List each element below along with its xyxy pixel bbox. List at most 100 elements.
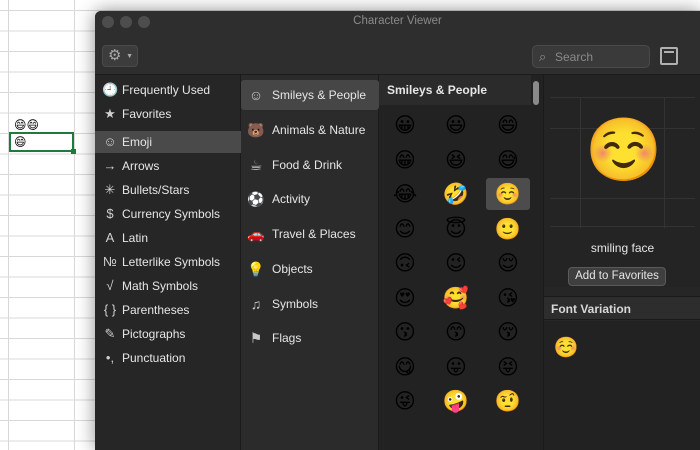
selected-sheet-cell[interactable]: 😄	[9, 132, 74, 152]
search-field[interactable]: ⌕	[532, 45, 650, 68]
sidebar-item-punctuation[interactable]: •, Punctuation	[95, 347, 241, 369]
category-label: Objects	[272, 254, 313, 284]
gear-icon: ⚙	[108, 47, 121, 64]
sidebar-item-arrows[interactable]: → Arrows	[95, 155, 241, 177]
flag-icon: ⚑	[247, 323, 265, 353]
category-label: Travel & Places	[272, 219, 356, 249]
emoji-cell[interactable]: 😇	[434, 213, 478, 245]
toolbar: ⚙ ▼ ⌕	[95, 33, 700, 75]
dollar-icon: $	[102, 203, 118, 225]
font-variation-item[interactable]: ☺️	[552, 333, 580, 361]
category-flags[interactable]: ⚑ Flags	[241, 323, 379, 353]
sidebar-item-label: Favorites	[122, 103, 171, 125]
emoji-cell[interactable]: 😚	[486, 316, 530, 348]
fill-handle[interactable]	[71, 149, 76, 154]
category-label: Flags	[272, 323, 301, 353]
category-food-drink[interactable]: ☕ Food & Drink	[241, 150, 379, 180]
emoji-cell[interactable]: 😝	[486, 351, 530, 383]
sidebar-item-letterlike-symbols[interactable]: № Letterlike Symbols	[95, 251, 241, 273]
emoji-cell[interactable]: 😛	[434, 351, 478, 383]
toggle-panel-icon[interactable]	[660, 47, 678, 65]
emoji-cell[interactable]: 🙃	[383, 247, 427, 279]
sidebar-item-label: Currency Symbols	[122, 203, 220, 225]
sidebar-item-frequently-used[interactable]: 🕘 Frequently Used	[95, 79, 241, 101]
sidebar-item-label: Bullets/Stars	[122, 179, 189, 201]
category-travel-places[interactable]: 🚗 Travel & Places	[241, 219, 379, 249]
smiley-icon: ☺	[102, 131, 118, 153]
emoji-cell[interactable]: 😌	[486, 247, 530, 279]
sidebar: 🕘 Frequently Used ★ Favorites ☺ Emoji → …	[95, 75, 241, 450]
search-icon: ⌕	[539, 49, 546, 65]
sidebar-item-parentheses[interactable]: { } Parentheses	[95, 299, 241, 321]
smiley-icon: ☺	[247, 80, 265, 110]
emoji-cell[interactable]: 😜	[383, 385, 427, 417]
asterisk-icon: ✳	[102, 179, 118, 201]
add-to-favorites-button[interactable]: Add to Favorites	[568, 267, 666, 286]
emoji-cell[interactable]: 🤨	[486, 385, 530, 417]
category-activity[interactable]: ⚽ Activity	[241, 184, 379, 214]
emoji-cell[interactable]: 😉	[434, 247, 478, 279]
cup-icon: ☕	[247, 150, 265, 180]
sidebar-item-favorites[interactable]: ★ Favorites	[95, 103, 241, 125]
character-name: smiling face	[544, 241, 700, 255]
emoji-cell[interactable]: 😆	[434, 144, 478, 176]
emoji-grid-panel: Smileys & People 😀😃😄 😁😆😅 😂🤣☺️ 😊😇🙂 🙃😉😌 😍🥰😘 😗😙😚 😋…	[379, 75, 543, 450]
sidebar-item-bullets-stars[interactable]: ✳ Bullets/Stars	[95, 179, 241, 201]
emoji-cell[interactable]: 😂	[383, 178, 427, 210]
sidebar-item-latin[interactable]: A Latin	[95, 227, 241, 249]
emoji-cell[interactable]: 😋	[383, 351, 427, 383]
category-label: Animals & Nature	[272, 115, 365, 145]
sidebar-item-math-symbols[interactable]: √ Math Symbols	[95, 275, 241, 297]
emoji-cell[interactable]: 😀	[383, 109, 427, 141]
title-bar: Character Viewer	[95, 11, 700, 33]
sidebar-item-label: Punctuation	[122, 347, 185, 369]
category-objects[interactable]: 💡 Objects	[241, 254, 379, 284]
sidebar-item-currency-symbols[interactable]: $ Currency Symbols	[95, 203, 241, 225]
emoji-cell[interactable]: 😁	[383, 144, 427, 176]
letter-a-icon: A	[102, 227, 118, 249]
emoji-cell[interactable]: 😍	[383, 282, 427, 314]
character-preview: ☺️ smiling face Add to Favorites	[544, 75, 700, 287]
emoji-cell[interactable]: 😘	[486, 282, 530, 314]
emoji-cell[interactable]: 😗	[383, 316, 427, 348]
category-symbols[interactable]: ♫ Symbols	[241, 289, 379, 319]
braces-icon: { }	[102, 299, 118, 321]
emoji-cell[interactable]: 🙂	[486, 213, 530, 245]
action-menu-button[interactable]: ⚙ ▼	[102, 45, 138, 67]
sidebar-item-label: Pictographs	[122, 323, 185, 345]
emoji-cell[interactable]: 😄	[486, 109, 530, 141]
emoji-cell[interactable]: 🤪	[434, 385, 478, 417]
scrollbar-thumb[interactable]	[533, 81, 539, 105]
emoji-cell[interactable]: 🥰	[434, 282, 478, 314]
category-label: Activity	[272, 184, 310, 214]
clock-icon: 🕘	[102, 79, 118, 101]
emoji-cell[interactable]: 😊	[383, 213, 427, 245]
font-variation-header: Font Variation	[544, 296, 700, 320]
category-smileys-people[interactable]: ☺ Smileys & People	[241, 80, 379, 110]
emoji-cell[interactable]: 😃	[434, 109, 478, 141]
sidebar-item-pictographs[interactable]: ✎ Pictographs	[95, 323, 241, 345]
sheet-column-divider	[74, 0, 75, 450]
emoji-grid-header: Smileys & People	[379, 75, 531, 105]
character-info-panel: ☺️ smiling face Add to Favorites Font Va…	[543, 75, 700, 450]
sidebar-item-label: Letterlike Symbols	[122, 251, 220, 273]
arrow-icon: →	[102, 155, 118, 177]
category-animals-nature[interactable]: 🐻 Animals & Nature	[241, 115, 379, 145]
category-label: Smileys & People	[272, 80, 366, 110]
punctuation-icon: •,	[102, 347, 118, 369]
square-root-icon: √	[102, 275, 118, 297]
emoji-cell[interactable]: 😙	[434, 316, 478, 348]
window-title: Character Viewer	[95, 15, 700, 27]
character-viewer-window: Character Viewer ⚙ ▼ ⌕ 🕘 Frequently Used…	[95, 11, 700, 450]
sheet-column-divider	[8, 0, 9, 450]
emoji-cell[interactable]: 🤣	[434, 178, 478, 210]
car-icon: 🚗	[247, 219, 265, 249]
sidebar-item-emoji[interactable]: ☺ Emoji	[95, 131, 241, 153]
bear-icon: 🐻	[247, 115, 265, 145]
search-input[interactable]	[555, 48, 645, 65]
chevron-down-icon: ▼	[126, 47, 133, 67]
emoji-cell[interactable]: ☺️	[486, 178, 530, 210]
font-variation-list: ☺️	[544, 321, 700, 450]
sidebar-item-label: Parentheses	[122, 299, 189, 321]
emoji-cell[interactable]: 😅	[486, 144, 530, 176]
